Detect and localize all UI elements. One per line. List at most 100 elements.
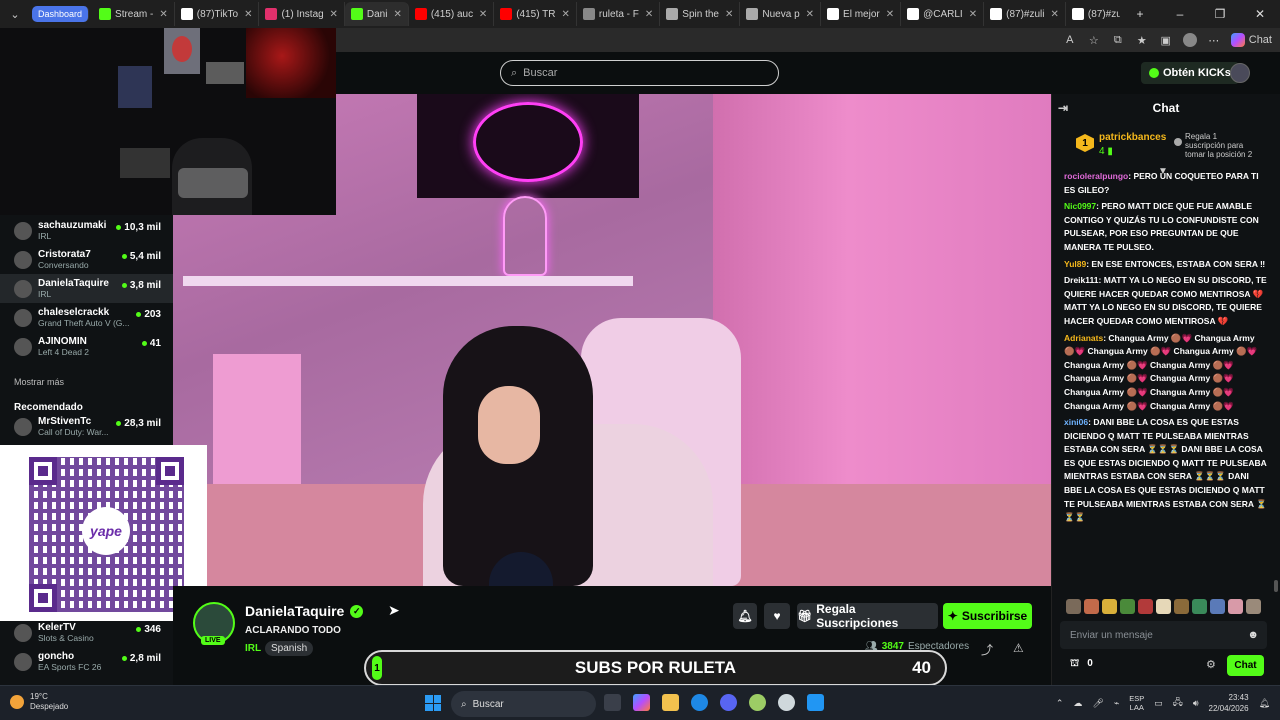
emote-icon[interactable] [1120,599,1135,614]
search-input[interactable]: ⌕ Buscar [500,60,779,86]
copilot-app-icon[interactable] [633,694,650,711]
browser-tab[interactable]: (1) Instag ✕ [259,2,345,26]
close-tab-icon[interactable]: ✕ [159,9,167,20]
display-icon[interactable]: ▭ [1154,698,1163,709]
browser-tab[interactable]: (87)#zuli✕ [984,2,1066,26]
sidebar-channel[interactable]: MrStivenTc Call of Duty: War... 28,3 mil [0,412,173,441]
chat-username[interactable]: Nic0997 [1064,201,1096,211]
close-tab-icon[interactable]: ✕ [969,9,977,20]
browser-tab[interactable]: (415) TR ✕ [494,2,577,26]
channel-points[interactable]: ⛫ 0 [1070,658,1093,671]
show-more-link[interactable]: Mostrar más [14,377,64,387]
channel-name[interactable]: DanielaTaquire [245,603,344,619]
emote-icon[interactable] [1156,599,1171,614]
browser-tab[interactable]: @CARLI ✕ [901,2,985,26]
emote-icon[interactable] [1066,599,1081,614]
emote-icon[interactable] [1138,599,1153,614]
share-icon[interactable]: ⤴ [981,641,993,658]
read-aloud-icon[interactable]: A [1063,34,1077,46]
emote-icon[interactable] [1210,599,1225,614]
browser-tab[interactable]: Dani ✕ [344,2,409,26]
emote-icon[interactable] [1228,599,1243,614]
close-tab-icon[interactable]: ✕ [479,9,487,20]
emote-icon[interactable] [1084,599,1099,614]
sidebar-channel[interactable]: KelerTV Slots & Casino 346 [0,618,173,647]
microphone-icon[interactable]: 🎤︎ [1092,698,1103,709]
browser-tab[interactable]: (87)TikTo ✕ [175,2,260,26]
report-icon[interactable]: ⚠ [1013,641,1024,655]
discord-icon[interactable] [720,694,737,711]
chat-username[interactable]: Yul89 [1064,259,1086,269]
extensions-icon[interactable]: ⧉ [1111,34,1125,47]
browser-tab[interactable]: (87)#zuli✕ [1066,2,1120,26]
browser-tab[interactable]: Spin the ✕ [660,2,741,26]
collapse-chat-icon[interactable]: ⇥ [1058,101,1068,115]
sidebar-channel[interactable]: DanielaTaquire IRL 3,8 mil [0,274,173,303]
chat-send-button[interactable]: Chat [1227,655,1264,676]
chat-input[interactable]: Enviar un mensaje ☻ [1060,621,1267,649]
close-tab-icon[interactable]: ✕ [806,9,814,20]
copilot-button[interactable]: Chat [1230,33,1272,47]
tab-group-dashboard[interactable]: Dashboard [32,6,90,22]
close-tab-icon[interactable]: ✕ [725,9,733,20]
stream-category[interactable]: IRL [245,643,261,654]
more-menu-icon[interactable]: ⋯ [1207,34,1221,47]
chat-username[interactable]: Adrianats [1064,333,1103,343]
browser-tab[interactable]: ruleta - F ✕ [577,2,661,26]
windows-start-icon[interactable] [425,695,441,711]
browser-tab[interactable]: (415) auc ✕ [409,2,495,26]
sidebar-channel[interactable]: chaleselcrackk Grand Theft Auto V (G... 20… [0,303,173,332]
close-tab-icon[interactable]: ✕ [562,9,570,20]
gift-subs-button[interactable]: 🎁︎ Regala Suscripciones [797,602,938,630]
app-icon[interactable] [807,694,824,711]
browser-tab[interactable]: Stream - ✕ [93,2,175,26]
file-explorer-icon[interactable] [662,694,679,711]
chat-username[interactable]: rocioleralpungo [1064,171,1128,181]
close-tab-icon[interactable]: ✕ [645,9,653,20]
close-tab-icon[interactable]: ✕ [329,9,337,20]
chat-settings-gear-icon[interactable]: ⚙ [1206,658,1216,671]
language-tag[interactable]: Spanish [265,641,314,656]
follow-heart-button[interactable]: ♥ [764,603,790,629]
new-tab-button[interactable]: + [1120,7,1160,21]
maximize-button[interactable]: ❐ [1200,7,1240,21]
notifications-bell-button[interactable]: 🔔︎ [733,603,757,629]
emoji-picker-icon[interactable]: ☻ [1247,629,1259,641]
usb-icon[interactable]: ⌁ [1114,698,1119,709]
sidebar-channel[interactable]: sachauzumaki IRL 10,3 mil [0,216,173,245]
volume-icon[interactable]: 🔊︎ [1193,698,1199,709]
chat-username[interactable]: Dreik111 [1064,275,1099,285]
edge-browser-icon[interactable] [691,694,708,711]
gift-prompt[interactable]: Regala 1 suscripción para tomar la posic… [1174,132,1258,159]
subscribe-button[interactable]: ✦ Suscribirse [943,603,1032,629]
close-tab-icon[interactable]: ✕ [393,9,401,20]
tab-list-menu-button[interactable]: ⌄ [2,3,28,25]
task-view-icon[interactable] [604,694,621,711]
chat-username[interactable]: xini06 [1064,417,1088,427]
close-tab-icon[interactable]: ✕ [244,9,252,20]
clock[interactable]: 23:43 22/04/2026 [1209,692,1249,714]
app-icon[interactable] [749,694,766,711]
get-kicks-button[interactable]: Obtén KICKs [1141,62,1239,84]
user-avatar[interactable] [1230,63,1250,83]
sidebar-channel[interactable]: AJINOMIN Left 4 Dead 2 41 [0,332,173,361]
browser-tab[interactable]: Nueva p ✕ [740,2,822,26]
taskbar-search[interactable]: ⌕ Buscar [451,691,596,717]
emote-icon[interactable] [1102,599,1117,614]
notifications-icon[interactable]: 🔔︎ [1259,698,1270,709]
weather-widget[interactable]: 19°C Despejado [10,692,68,712]
collections-icon[interactable]: ▣ [1159,34,1173,47]
emote-icon[interactable] [1246,599,1261,614]
page-scrollbar[interactable] [1274,580,1278,592]
show-hidden-icons-icon[interactable]: ⌃ [1056,698,1064,709]
emote-icon[interactable] [1192,599,1207,614]
close-tab-icon[interactable]: ✕ [886,9,894,20]
network-icon[interactable]: 🖧︎ [1173,695,1183,711]
browser-tab[interactable]: El mejor ✕ [821,2,902,26]
top-gifter-name[interactable]: patrickbances [1099,132,1166,143]
obs-icon[interactable] [778,694,795,711]
emote-icon[interactable] [1174,599,1189,614]
profile-avatar[interactable] [1182,33,1197,47]
favorite-star-icon[interactable]: ☆ [1087,34,1101,47]
sidebar-channel[interactable]: goncho EA Sports FC 26 2,8 mil [0,647,173,676]
